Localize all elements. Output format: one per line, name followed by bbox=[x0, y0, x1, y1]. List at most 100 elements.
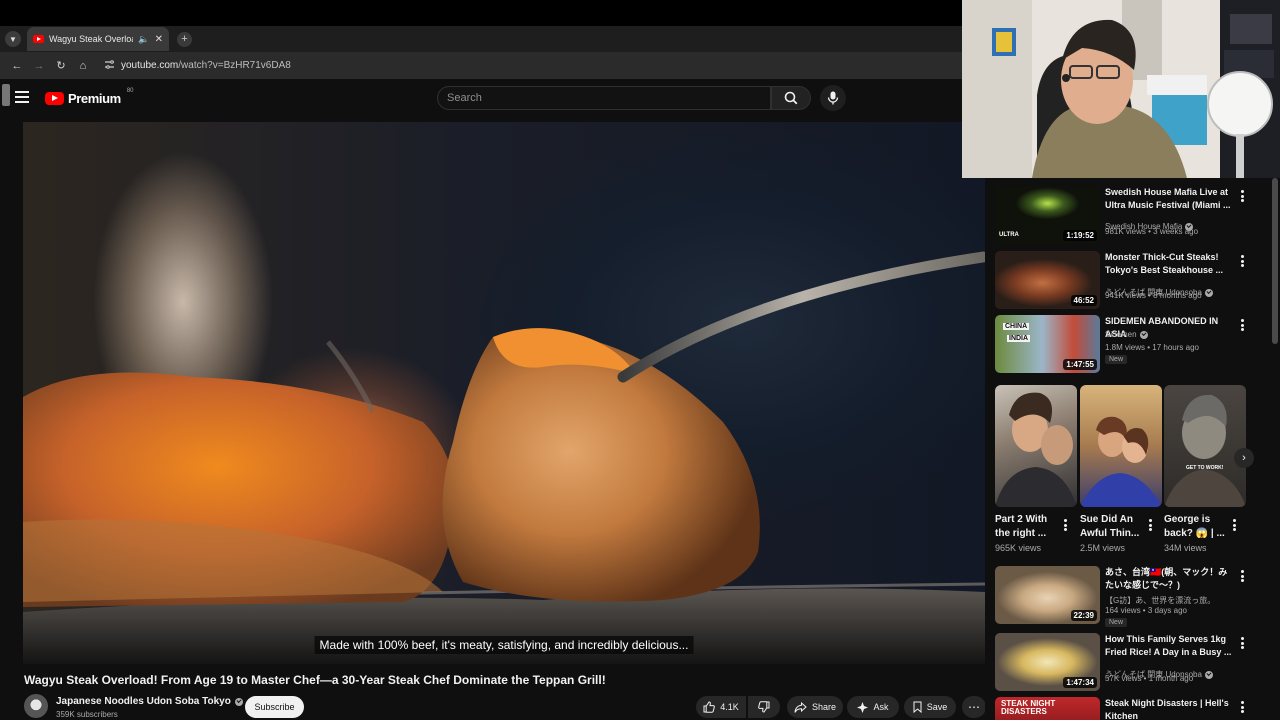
home-icon: ⌂ bbox=[79, 59, 87, 72]
list-item[interactable]: 1:47:34 How This Family Serves 1kg Fried… bbox=[995, 633, 1270, 691]
verified-icon bbox=[1204, 670, 1213, 679]
short-thumbnail[interactable]: GET TO WORK! bbox=[1164, 385, 1246, 507]
shorts-next-button[interactable]: › bbox=[1234, 448, 1254, 468]
browser-tab-bar: ▼ Wagyu Steak Overload! Fro 🔈 ✕ + bbox=[0, 26, 962, 52]
share-label: Share bbox=[811, 702, 837, 712]
url-host: youtube.com bbox=[121, 60, 179, 71]
back-button[interactable]: ← bbox=[6, 55, 28, 77]
short-views: 965K views bbox=[995, 543, 1042, 553]
like-button[interactable]: 4.1K bbox=[696, 696, 746, 718]
verified-icon bbox=[1204, 288, 1213, 297]
video-title[interactable]: Monster Thick-Cut Steaks! Tokyo's Best S… bbox=[1105, 251, 1235, 276]
channel-name[interactable]: Sidemen bbox=[1105, 330, 1148, 339]
plus-icon: + bbox=[181, 33, 188, 45]
video-thumbnail[interactable]: 1:47:34 bbox=[995, 633, 1100, 691]
video-thumbnail[interactable]: ULTRA 1:19:52 bbox=[995, 186, 1100, 244]
more-vertical-icon[interactable] bbox=[1240, 319, 1244, 331]
video-meta: 164 views • 3 days ago bbox=[1105, 606, 1187, 615]
video-thumbnail[interactable]: 46:52 bbox=[995, 251, 1100, 309]
search-input[interactable]: Search bbox=[437, 86, 771, 110]
forward-button[interactable]: → bbox=[28, 55, 50, 77]
address-bar[interactable]: youtube.com/watch?v=BzHR71v6DA8 bbox=[104, 59, 291, 73]
close-icon[interactable]: ✕ bbox=[155, 34, 163, 45]
list-item[interactable]: 46:52 Monster Thick-Cut Steaks! Tokyo's … bbox=[995, 251, 1270, 309]
save-label: Save bbox=[926, 702, 948, 712]
more-vertical-icon[interactable] bbox=[1063, 519, 1067, 531]
short-thumbnail-image bbox=[1080, 416, 1162, 507]
list-item[interactable]: CHINA INDIA 1:47:55 SIDEMEN ABANDONED IN… bbox=[995, 315, 1270, 373]
video-thumbnail[interactable]: CHINA INDIA 1:47:55 bbox=[995, 315, 1100, 373]
share-icon bbox=[794, 701, 807, 713]
channel-name-text: Sidemen bbox=[1105, 330, 1137, 339]
short-title[interactable]: George is back? 😱 | ... bbox=[1164, 513, 1226, 541]
new-tab-button[interactable]: + bbox=[177, 31, 192, 47]
china-sign: CHINA bbox=[1003, 323, 1030, 330]
more-vertical-icon[interactable] bbox=[1240, 637, 1244, 649]
save-button[interactable]: Save bbox=[904, 696, 956, 718]
short-thumbnail[interactable] bbox=[995, 385, 1077, 507]
site-settings-icon[interactable] bbox=[104, 59, 115, 73]
list-item[interactable]: 22:39 あさ、台湾🇹🇼(朝、マック！みたいな感じで〜？) 【G訪】あ、世界を… bbox=[995, 566, 1270, 627]
thumbnail-text: STEAK NIGHT DISASTERS bbox=[1001, 699, 1056, 716]
video-title[interactable]: あさ、台湾🇹🇼(朝、マック！みたいな感じで〜？) bbox=[1105, 566, 1235, 591]
menu-icon[interactable] bbox=[15, 91, 29, 103]
video-frame-image bbox=[23, 251, 985, 664]
ask-button[interactable]: Ask bbox=[847, 696, 899, 718]
video-title[interactable]: How This Family Serves 1kg Fried Rice! A… bbox=[1105, 633, 1235, 658]
more-vertical-icon[interactable] bbox=[1232, 519, 1236, 531]
tab-search-button[interactable]: ▼ bbox=[5, 31, 21, 47]
subscribe-button[interactable]: Subscribe bbox=[245, 696, 304, 718]
search-button[interactable] bbox=[771, 86, 811, 110]
channel-name[interactable]: 【G訪】あ、世界を漂流っ旅。 bbox=[1105, 595, 1215, 606]
thumbs-up-icon bbox=[703, 701, 716, 713]
channel-name-text: Japanese Noodles Udon Soba Tokyo bbox=[56, 696, 231, 707]
video-thumbnail[interactable]: 22:39 bbox=[995, 566, 1100, 624]
youtube-favicon-icon bbox=[33, 35, 44, 43]
list-item[interactable]: ULTRA 1:19:52 Swedish House Mafia Live a… bbox=[995, 186, 1270, 244]
speaker-icon[interactable]: 🔈 bbox=[138, 34, 149, 45]
video-meta: 981K views • 3 weeks ago bbox=[1105, 227, 1199, 236]
webcam-image bbox=[962, 0, 1280, 178]
short-title[interactable]: Part 2 With the right ... bbox=[995, 513, 1057, 541]
short-views: 34M views bbox=[1164, 543, 1207, 553]
reload-button[interactable]: ↻ bbox=[50, 55, 72, 77]
short-views: 2.5M views bbox=[1080, 543, 1126, 553]
tab-title: Wagyu Steak Overload! Fro bbox=[49, 34, 133, 44]
browser-tab[interactable]: Wagyu Steak Overload! Fro 🔈 ✕ bbox=[27, 27, 169, 51]
url-path: /watch?v=BzHR71v6DA8 bbox=[178, 60, 291, 71]
more-actions-button[interactable]: ⋯ bbox=[962, 696, 986, 718]
channel-name-text: 【G訪】あ、世界を漂流っ旅。 bbox=[1105, 596, 1216, 605]
youtube-premium-logo[interactable]: Premium 80 bbox=[45, 87, 134, 106]
voice-search-button[interactable] bbox=[820, 85, 846, 111]
list-item[interactable]: STEAK NIGHT DISASTERS Steak Night Disast… bbox=[995, 697, 1270, 720]
india-sign: INDIA bbox=[1007, 335, 1031, 342]
youtube-logo-icon bbox=[45, 92, 64, 105]
like-count: 4.1K bbox=[720, 702, 739, 712]
microphone-icon bbox=[827, 91, 839, 105]
new-badge: New bbox=[1105, 355, 1128, 364]
channel-name[interactable]: Japanese Noodles Udon Soba Tokyo bbox=[56, 696, 243, 707]
chevron-down-icon: ▼ bbox=[9, 34, 17, 44]
window-top-strip bbox=[0, 0, 962, 26]
more-vertical-icon[interactable] bbox=[1240, 255, 1244, 267]
video-title[interactable]: Swedish House Mafia Live at Ultra Music … bbox=[1105, 186, 1235, 211]
more-vertical-icon[interactable] bbox=[1240, 701, 1244, 713]
country-badge: 80 bbox=[126, 87, 134, 94]
dislike-button[interactable] bbox=[748, 696, 780, 718]
ultra-logo: ULTRA bbox=[999, 232, 1019, 238]
video-title[interactable]: Steak Night Disasters | Hell's Kitchen bbox=[1105, 697, 1235, 720]
short-title[interactable]: Sue Did An Awful Thin... bbox=[1080, 513, 1142, 541]
more-vertical-icon[interactable] bbox=[1240, 570, 1244, 582]
ask-label: Ask bbox=[873, 702, 889, 712]
video-player[interactable]: Made with 100% beef, it's meaty, satisfy… bbox=[23, 122, 985, 664]
home-button[interactable]: ⌂ bbox=[72, 55, 94, 77]
more-vertical-icon[interactable] bbox=[1240, 190, 1244, 202]
share-button[interactable]: Share bbox=[787, 696, 843, 718]
reload-icon: ↻ bbox=[56, 60, 66, 72]
scrollbar-thumb[interactable] bbox=[1272, 178, 1278, 344]
short-thumbnail[interactable] bbox=[1080, 385, 1162, 507]
more-vertical-icon[interactable] bbox=[1148, 519, 1152, 531]
video-thumbnail[interactable]: STEAK NIGHT DISASTERS bbox=[995, 697, 1100, 720]
new-badge: New bbox=[1105, 618, 1128, 627]
channel-avatar[interactable] bbox=[24, 694, 48, 718]
